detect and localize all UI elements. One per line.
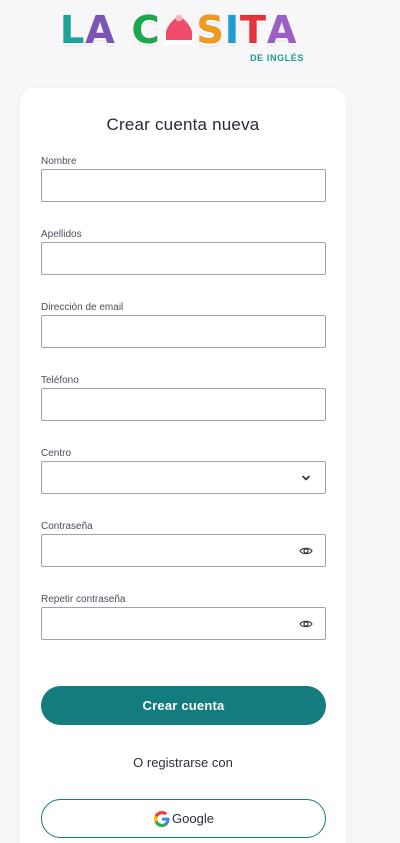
- centro-label: Centro: [41, 448, 72, 459]
- nombre-label: Nombre: [41, 156, 77, 167]
- eye-icon[interactable]: [299, 544, 313, 558]
- apellidos-field: Apellidos: [41, 228, 326, 275]
- repeat-password-input-box: [41, 607, 326, 640]
- logo-letter-a2: A: [266, 8, 298, 52]
- repeat-password-input[interactable]: [42, 608, 325, 639]
- password-field: Contraseña: [41, 520, 326, 567]
- nombre-input-box: [41, 169, 326, 202]
- apellidos-input-box: [41, 242, 326, 275]
- apellidos-input[interactable]: [42, 243, 325, 274]
- password-input[interactable]: [42, 535, 325, 566]
- logo-letter-a: A: [85, 8, 116, 52]
- google-label: Google: [172, 811, 214, 826]
- create-account-button[interactable]: Crear cuenta: [41, 686, 326, 725]
- password-label: Contraseña: [41, 521, 93, 532]
- repeat-password-field: Repetir contraseña: [41, 593, 326, 640]
- email-input[interactable]: [42, 316, 325, 347]
- telefono-label: Teléfono: [41, 375, 79, 386]
- email-input-box: [41, 315, 326, 348]
- repeat-password-label: Repetir contraseña: [41, 594, 126, 605]
- email-label: Dirección de email: [41, 302, 124, 313]
- house-icon: [162, 13, 196, 45]
- logo-letter-i: I: [224, 8, 241, 52]
- signup-card: Crear cuenta nueva Nombre Apellidos Dire…: [20, 88, 346, 843]
- centro-select[interactable]: [41, 461, 326, 494]
- google-g-icon: [153, 810, 172, 828]
- signup-page: L A C S I T A DE INGLÉS Crear cuenta nue…: [0, 0, 400, 843]
- telefono-input[interactable]: [42, 389, 325, 420]
- la-casita-logo: L A C S I T A DE INGLÉS: [60, 10, 310, 66]
- logo-letter-s: S: [196, 8, 225, 52]
- centro-field: Centro: [41, 447, 326, 494]
- telefono-field: Teléfono: [41, 374, 326, 421]
- nombre-field: Nombre: [41, 155, 326, 202]
- logo-letter-t: T: [240, 8, 267, 52]
- chevron-down-icon[interactable]: [299, 471, 313, 485]
- telefono-input-box: [41, 388, 326, 421]
- logo-subtitle: DE INGLÉS: [250, 53, 304, 63]
- logo-letter-l: L: [60, 8, 86, 52]
- email-field: Dirección de email: [41, 301, 326, 348]
- eye-icon[interactable]: [299, 617, 313, 631]
- google-signup-button[interactable]: Google: [41, 799, 326, 838]
- apellidos-label: Apellidos: [41, 229, 82, 240]
- logo-letter-c: C: [131, 8, 161, 52]
- password-input-box: [41, 534, 326, 567]
- nombre-input[interactable]: [42, 170, 325, 201]
- alt-signup-text: O registrarse con: [133, 755, 233, 770]
- form-title: Crear cuenta nueva: [106, 115, 260, 134]
